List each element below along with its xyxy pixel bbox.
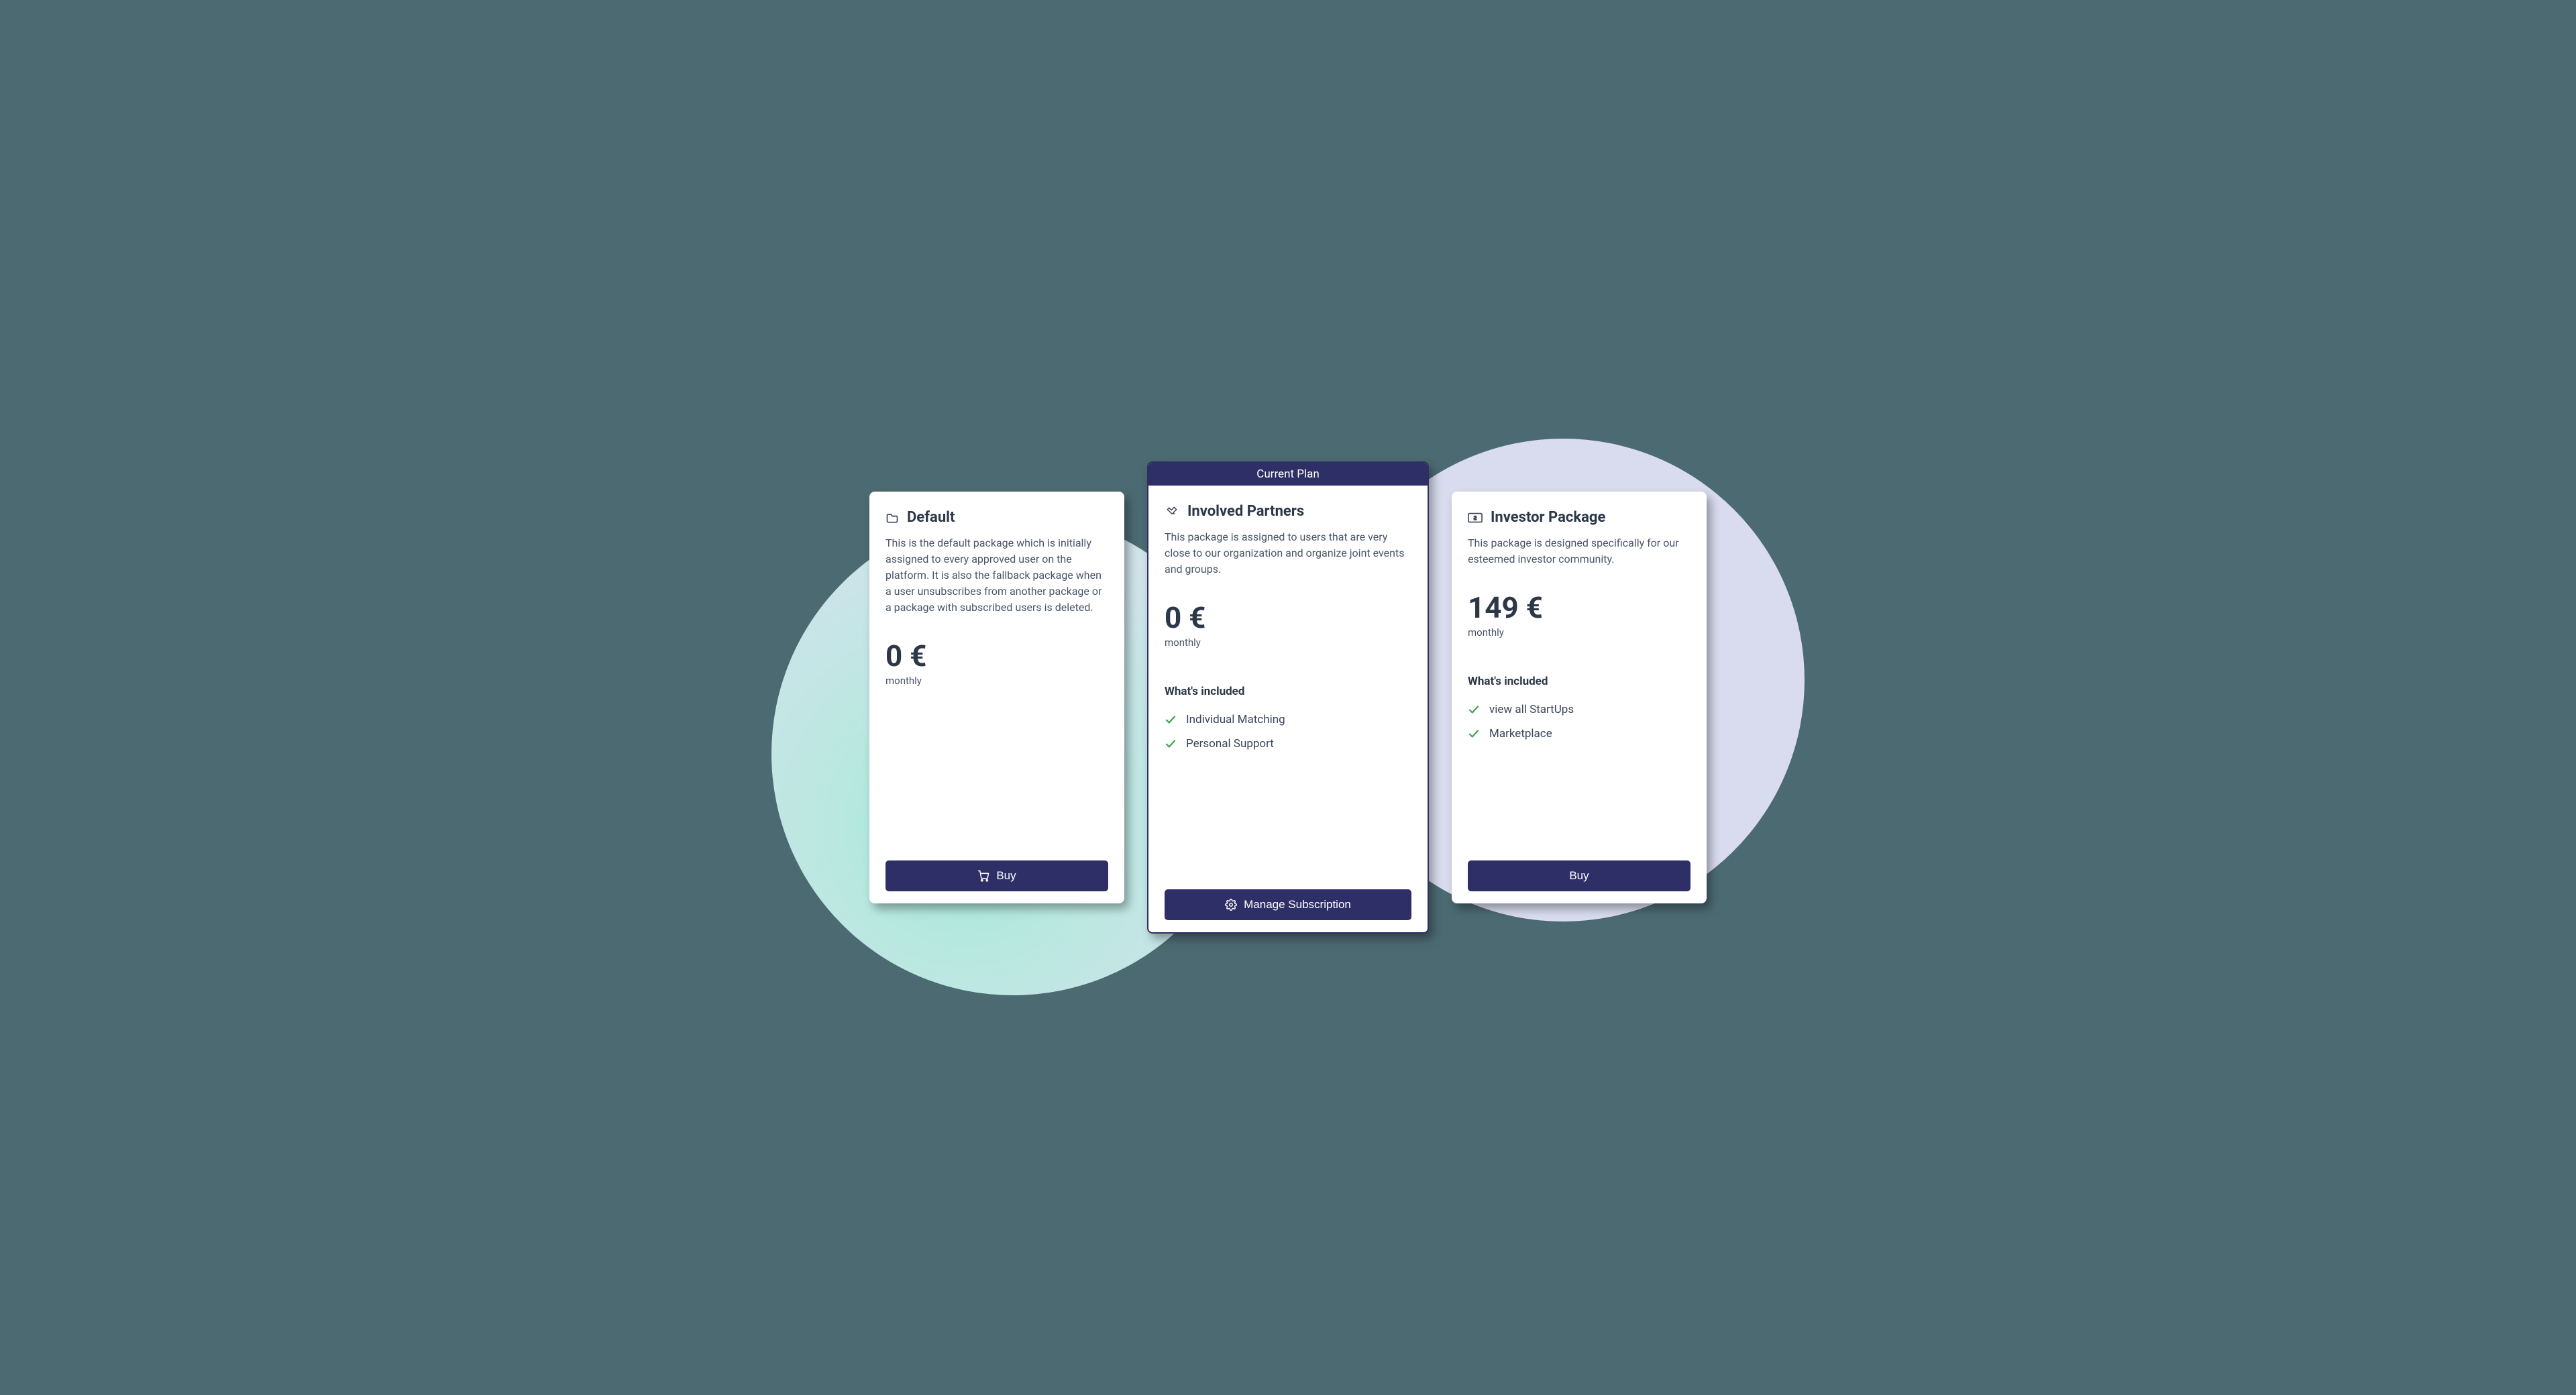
check-icon bbox=[1468, 704, 1480, 716]
feature-item: Individual Matching bbox=[1165, 713, 1411, 726]
gear-icon bbox=[1225, 899, 1237, 911]
cart-icon bbox=[977, 870, 989, 882]
included-heading: What's included bbox=[1468, 675, 1690, 688]
plan-period: monthly bbox=[1165, 636, 1411, 649]
included-heading: What's included bbox=[1165, 685, 1411, 698]
feature-item: view all StartUps bbox=[1468, 703, 1690, 716]
feature-label: Personal Support bbox=[1186, 737, 1274, 750]
feature-label: Marketplace bbox=[1489, 727, 1552, 740]
buy-button[interactable]: Buy bbox=[1468, 860, 1690, 891]
check-icon bbox=[1165, 714, 1177, 726]
plan-description: This is the default package which is ini… bbox=[885, 535, 1108, 616]
pricing-cards-row: Default This is the default package whic… bbox=[785, 425, 1791, 970]
cta-label: Buy bbox=[996, 869, 1016, 883]
cta-label: Buy bbox=[1569, 869, 1589, 883]
plan-description: This package is assigned to users that a… bbox=[1165, 529, 1411, 577]
folder-icon bbox=[885, 512, 899, 524]
manage-subscription-button[interactable]: Manage Subscription bbox=[1165, 889, 1411, 920]
feature-item: Personal Support bbox=[1165, 737, 1411, 750]
plan-period: monthly bbox=[1468, 626, 1690, 638]
cta-label: Manage Subscription bbox=[1244, 898, 1351, 911]
feature-label: view all StartUps bbox=[1489, 703, 1574, 716]
plan-card-default: Default This is the default package whic… bbox=[869, 492, 1124, 903]
buy-button[interactable]: Buy bbox=[885, 860, 1108, 891]
current-plan-banner: Current Plan bbox=[1148, 463, 1428, 486]
handshake-icon bbox=[1165, 505, 1179, 518]
check-icon bbox=[1165, 738, 1177, 750]
money-icon bbox=[1468, 512, 1483, 523]
plan-period: monthly bbox=[885, 675, 1108, 687]
plan-description: This package is designed specifically fo… bbox=[1468, 535, 1690, 567]
plan-price: 149 € bbox=[1468, 593, 1690, 622]
feature-item: Marketplace bbox=[1468, 727, 1690, 740]
plan-title: Default bbox=[907, 509, 955, 526]
check-icon bbox=[1468, 728, 1480, 740]
plan-title: Investor Package bbox=[1491, 509, 1605, 526]
plan-card-involved-partners: Current Plan Involved Partners This pack… bbox=[1147, 461, 1429, 934]
feature-label: Individual Matching bbox=[1186, 713, 1285, 726]
plan-price: 0 € bbox=[1165, 603, 1411, 632]
plan-price: 0 € bbox=[885, 641, 1108, 671]
plan-title: Involved Partners bbox=[1187, 503, 1304, 520]
plan-card-investor: Investor Package This package is designe… bbox=[1452, 492, 1707, 903]
